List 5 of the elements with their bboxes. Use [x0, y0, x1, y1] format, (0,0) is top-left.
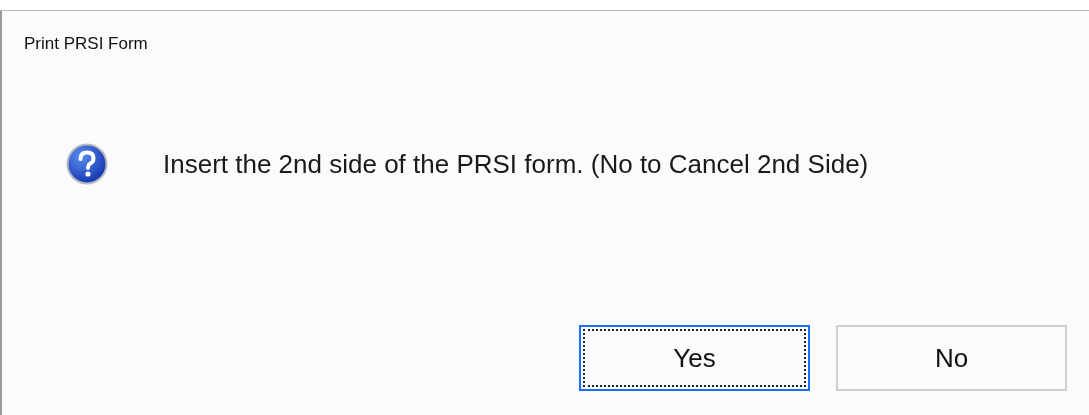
yes-button[interactable]: Yes	[579, 325, 810, 391]
no-button[interactable]: No	[836, 325, 1067, 391]
message-text: Insert the 2nd side of the PRSI form. (No to Cancel 2nd Side)	[163, 148, 869, 180]
question-icon	[66, 143, 108, 185]
window-title: Print PRSI Form	[23, 33, 148, 55]
